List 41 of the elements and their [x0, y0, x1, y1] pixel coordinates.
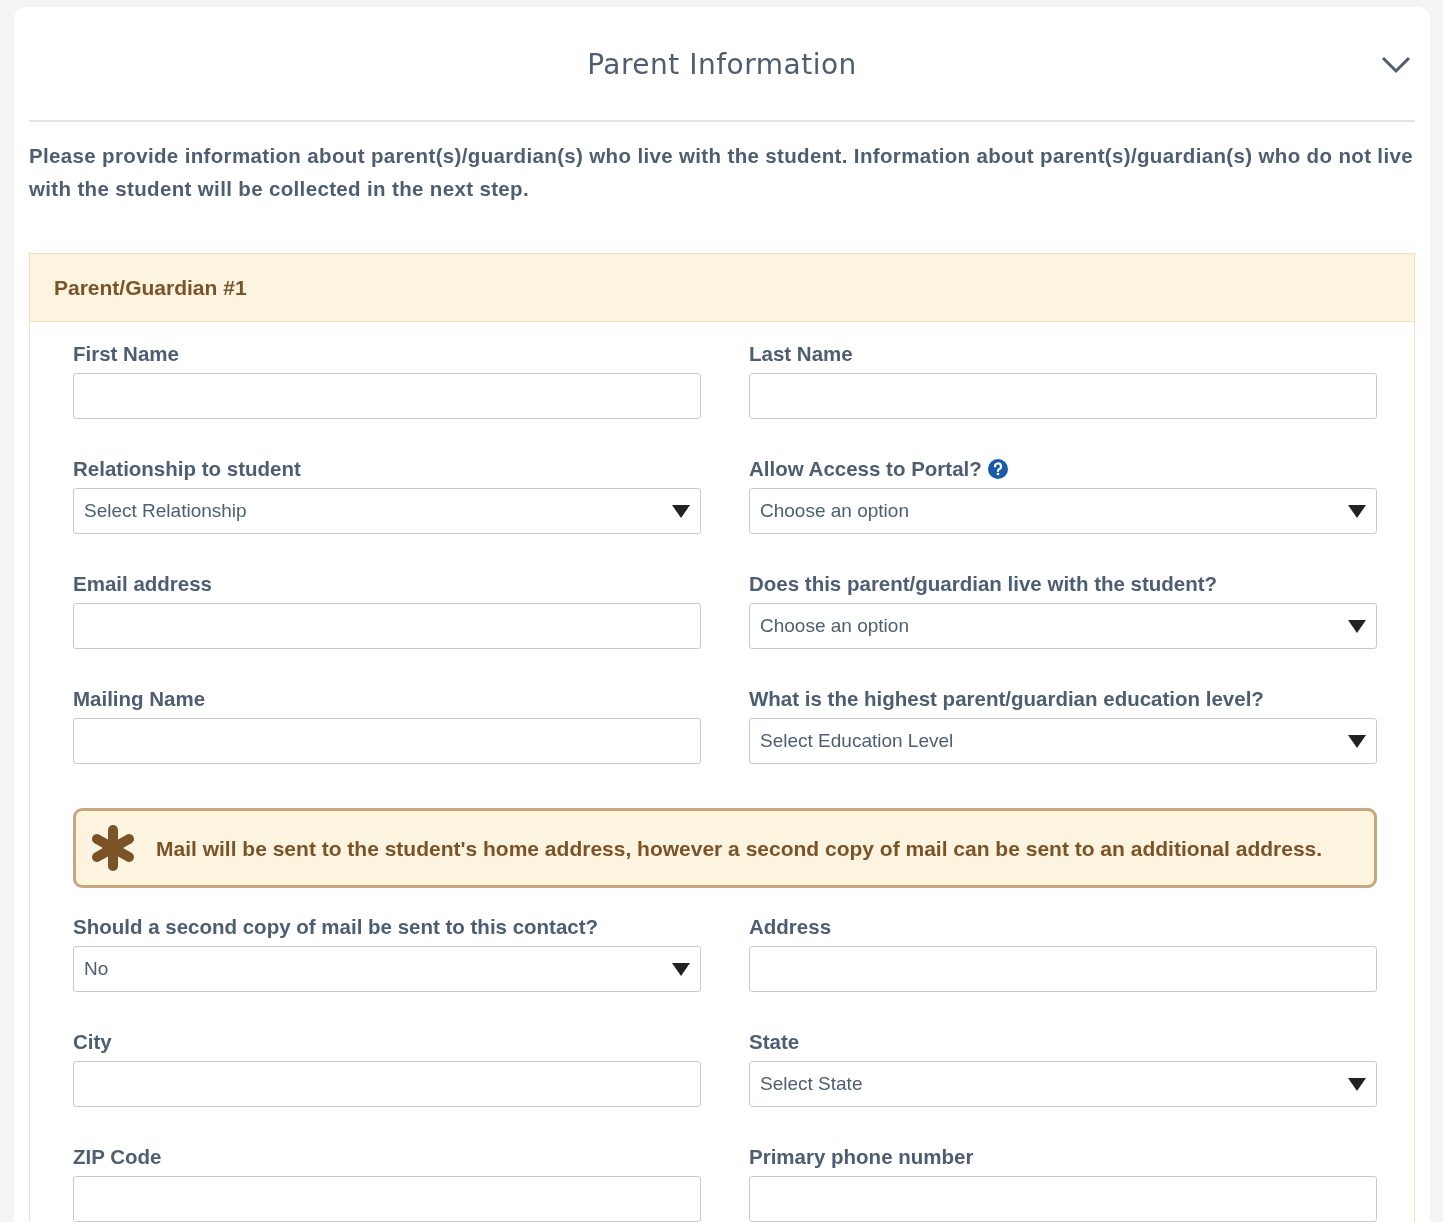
text-field[interactable] — [73, 1061, 701, 1107]
select-field[interactable]: Choose an option — [749, 488, 1377, 534]
chevron-down-icon[interactable] — [1381, 56, 1411, 74]
section-title: Parent/Guardian #1 — [54, 275, 247, 300]
field-label: Email address — [73, 572, 212, 596]
field-label: Allow Access to Portal? — [749, 457, 982, 481]
field-label: Relationship to student — [73, 457, 301, 481]
text-field[interactable] — [749, 373, 1377, 419]
field-label: Primary phone number — [749, 1145, 974, 1169]
field-label: First Name — [73, 342, 179, 366]
text-field[interactable] — [749, 1176, 1377, 1222]
text-field[interactable] — [749, 946, 1377, 992]
field-label: Mailing Name — [73, 687, 206, 711]
field-label: ZIP Code — [73, 1145, 162, 1169]
dropdown-arrow-icon — [672, 504, 690, 518]
notice-text: Mail will be sent to the student's home address, however a second copy of mail can be sent to an additional address. — [156, 835, 1323, 862]
field-label: Last Name — [749, 342, 853, 366]
text-field[interactable] — [73, 718, 701, 764]
field-label: Should a second copy of mail be sent to this contact? — [73, 915, 599, 939]
field-label: City — [73, 1030, 112, 1054]
field-label: What is the highest parent/guardian education level? — [749, 687, 1264, 711]
intro-text: Please provide information about parent(s)/guardian(s) who live with the student. Information about parent(s)/guardian(s) who do not live with the student will be collected in the next step. — [29, 143, 1414, 202]
dropdown-arrow-icon — [1348, 1077, 1366, 1091]
field-label: Address — [749, 915, 832, 939]
asterisk-icon — [90, 824, 136, 872]
text-field[interactable] — [73, 1176, 701, 1222]
select-field[interactable]: Select Education Level — [749, 718, 1377, 764]
panel-title: Parent Information — [587, 48, 857, 81]
help-icon[interactable] — [987, 459, 1008, 479]
dropdown-arrow-icon — [1348, 504, 1366, 518]
text-field[interactable] — [73, 373, 701, 419]
field-label: Does this parent/guardian live with the student? — [749, 572, 1218, 596]
dropdown-arrow-icon — [672, 962, 690, 976]
dropdown-arrow-icon — [1348, 619, 1366, 633]
dropdown-arrow-icon — [1348, 734, 1366, 748]
select-field[interactable]: Select State — [749, 1061, 1377, 1107]
select-field[interactable]: No — [73, 946, 701, 992]
text-field[interactable] — [73, 603, 701, 649]
field-label: State — [749, 1030, 800, 1054]
select-field[interactable]: Choose an option — [749, 603, 1377, 649]
select-field[interactable]: Select Relationship — [73, 488, 701, 534]
